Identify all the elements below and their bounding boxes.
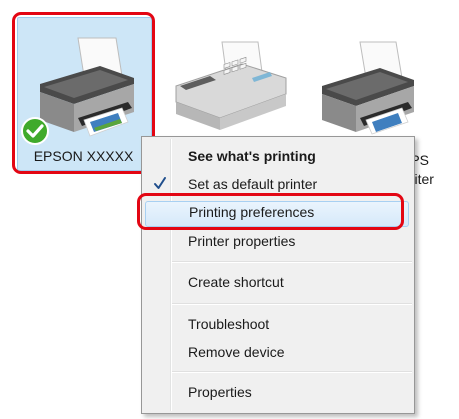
- device-tile-epson[interactable]: EPSON XXXXX: [12, 12, 155, 174]
- menu-separator: [172, 261, 412, 263]
- menu-item-create-shortcut[interactable]: Create shortcut: [144, 271, 410, 295]
- devices-and-printers-view: EPSON XXXXX KPS Vriter See what's printi…: [0, 0, 459, 419]
- menu-item-troubleshoot[interactable]: Troubleshoot: [144, 313, 410, 337]
- menu-item-properties[interactable]: Properties: [144, 381, 410, 405]
- menu-separator: [172, 303, 412, 305]
- context-menu: See what's printing Set as default print…: [141, 136, 415, 414]
- menu-item-see-whats-printing[interactable]: See what's printing: [144, 145, 410, 169]
- menu-item-label: Properties: [188, 384, 252, 400]
- menu-item-remove-device[interactable]: Remove device: [144, 341, 410, 365]
- menu-item-label: See what's printing: [188, 148, 316, 164]
- menu-item-label: Troubleshoot: [188, 316, 270, 332]
- menu-item-label: Set as default printer: [188, 176, 318, 192]
- menu-item-label: Printer properties: [188, 233, 296, 249]
- callout-frame-menu-item: [137, 193, 404, 230]
- menu-item-label: Remove device: [188, 344, 285, 360]
- callout-frame-device: [12, 12, 155, 174]
- menu-item-printer-properties[interactable]: Printer properties: [144, 230, 410, 254]
- fax-icon: [175, 41, 287, 130]
- printer-icon: [322, 41, 414, 135]
- menu-separator: [172, 371, 412, 373]
- checkmark-icon: [154, 177, 166, 189]
- menu-item-label: Create shortcut: [188, 274, 284, 290]
